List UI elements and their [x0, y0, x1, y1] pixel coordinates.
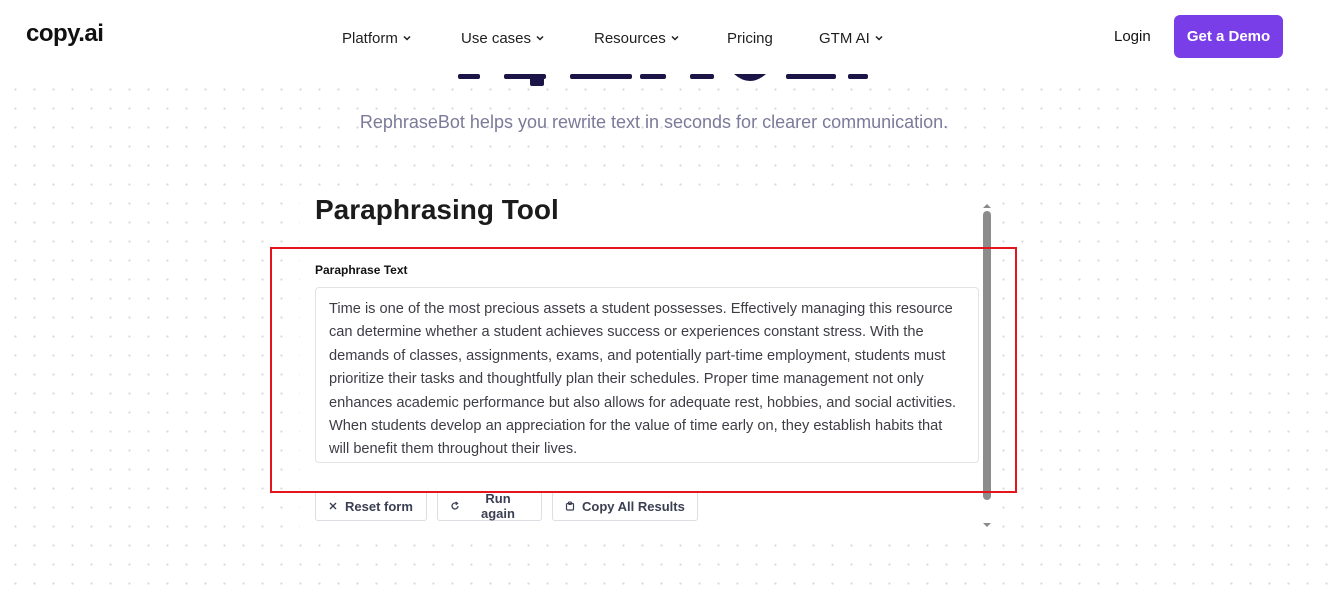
- run-again-label: Run again: [481, 491, 515, 521]
- run-again-button[interactable]: Run again: [437, 491, 542, 521]
- scrollbar-thumb[interactable]: [983, 211, 991, 500]
- nav-pricing-label: Pricing: [727, 29, 773, 47]
- hero-subtitle: RephraseBot helps you rewrite text in se…: [359, 112, 949, 132]
- chevron-down-icon: [874, 33, 884, 43]
- nav-gtm-ai[interactable]: GTM AI: [819, 28, 884, 48]
- nav-platform[interactable]: Platform: [342, 28, 412, 48]
- nav-platform-label: Platform: [342, 29, 398, 47]
- login-link[interactable]: Login: [1114, 28, 1151, 45]
- nav-resources-label: Resources: [594, 29, 666, 47]
- chevron-down-icon: [402, 33, 412, 43]
- clipboard-icon: [565, 501, 575, 511]
- reset-form-button[interactable]: Reset form: [315, 491, 427, 521]
- nav-use-cases[interactable]: Use cases: [461, 28, 545, 48]
- nav-pricing[interactable]: Pricing: [727, 28, 773, 48]
- scroll-down-arrow[interactable]: [982, 516, 992, 527]
- paraphrase-text-label: Paraphrase Text: [315, 263, 408, 277]
- copy-all-results-button[interactable]: Copy All Results: [552, 491, 698, 521]
- tool-title: Paraphrasing Tool: [315, 194, 559, 225]
- paraphrasing-tool-panel: Paraphrasing Tool Paraphrase Text Time i…: [300, 190, 1000, 530]
- nav-resources[interactable]: Resources: [594, 28, 680, 48]
- hero-heading-clipped: [0, 74, 1328, 90]
- close-icon: [328, 501, 338, 511]
- refresh-icon: [450, 501, 460, 511]
- copyai-logo[interactable]: copy.ai: [26, 20, 104, 48]
- paraphrase-text-input[interactable]: Time is one of the most precious assets …: [315, 287, 979, 463]
- reset-form-label: Reset form: [345, 498, 413, 514]
- chevron-down-icon: [670, 33, 680, 43]
- chevron-down-icon: [535, 33, 545, 43]
- nav-use-cases-label: Use cases: [461, 29, 532, 47]
- copy-all-results-label: Copy All Results: [582, 498, 685, 514]
- site-header: copy.ai Platform Use cases Resources Pri…: [0, 0, 1328, 74]
- get-a-demo-button[interactable]: Get a Demo: [1174, 15, 1283, 58]
- nav-gtm-ai-label: GTM AI: [819, 29, 870, 47]
- scroll-up-arrow[interactable]: [982, 197, 992, 208]
